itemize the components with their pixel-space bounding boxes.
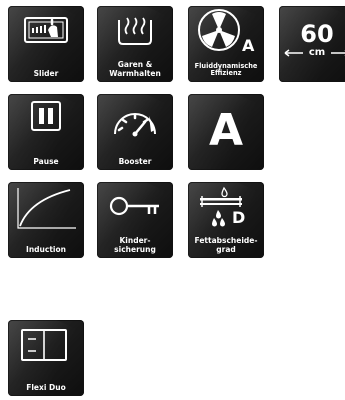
width-unit: cm — [308, 47, 326, 58]
flexi-zone-icon — [21, 329, 67, 361]
kindersicherung-tile: Kinder- sicherung — [97, 182, 173, 258]
grease-filter-icon — [200, 186, 242, 227]
energy-class-letter: A — [208, 105, 244, 156]
booster-label: Booster — [118, 156, 152, 166]
fettabscheidegrad-tile: D Fettabscheide- grad — [188, 182, 264, 258]
slider-label: Slider — [33, 68, 59, 78]
energy-class-tile: A — [188, 94, 264, 170]
pot-steam-icon — [118, 17, 152, 45]
slider-tile: Slider — [8, 6, 84, 82]
booster-tile: Booster — [97, 94, 173, 170]
width-value: 60 — [300, 20, 334, 48]
garen-warmhalten-tile: Garen & Warmhalten — [97, 6, 173, 82]
induction-label: Induction — [26, 244, 66, 254]
grease-grade-letter: D — [232, 208, 246, 227]
width-tile: 60 cm — [279, 6, 345, 82]
key-icon — [109, 196, 159, 216]
flexi-label: Flexi Duo — [26, 382, 66, 392]
efficiency-badge: A — [242, 36, 255, 55]
induction-tile: Induction — [8, 182, 84, 258]
flexi-duo-tile: Flexi Duo — [8, 320, 84, 396]
kinder-label: Kinder- sicherung — [114, 236, 156, 254]
pause-icon — [31, 101, 61, 131]
fluid-efficiency-tile: A Fluiddynamische Effizienz — [188, 6, 264, 82]
pause-tile: Pause — [8, 94, 84, 170]
induction-curve-icon — [17, 188, 76, 229]
garen-label: Garen & Warmhalten — [109, 60, 161, 78]
fett-label: Fettabscheide- grad — [194, 236, 258, 254]
slider-icon — [24, 17, 68, 43]
fluid-label: Fluiddynamische Effizienz — [194, 61, 258, 78]
pause-label: Pause — [33, 156, 59, 166]
speedometer-icon — [114, 113, 156, 137]
